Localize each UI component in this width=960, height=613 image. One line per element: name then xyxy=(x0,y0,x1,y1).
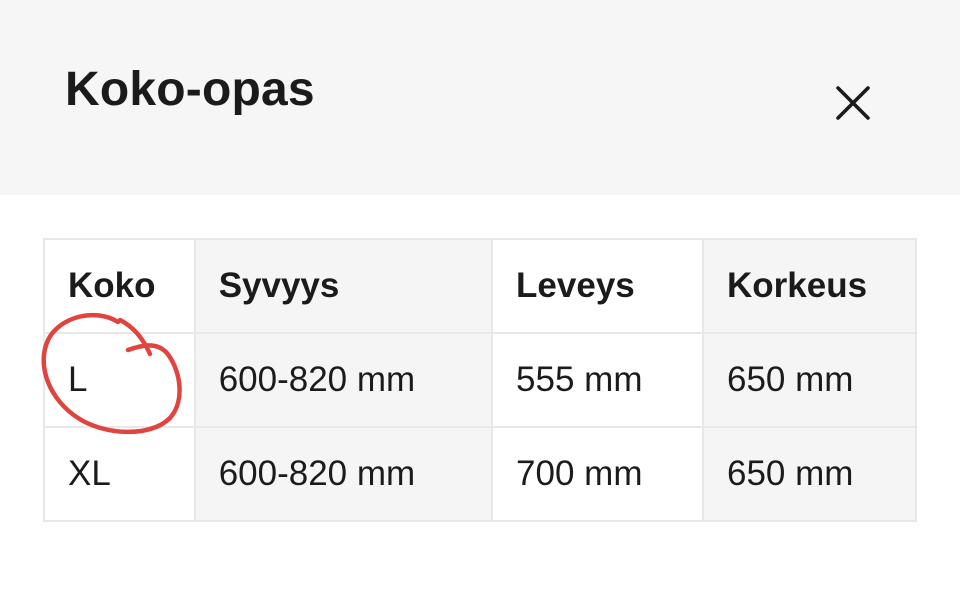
table-cell-height: 650 mm xyxy=(702,332,917,428)
table-cell-depth: 600-820 mm xyxy=(193,332,494,428)
column-header-height: Korkeus xyxy=(702,238,917,334)
table-cell-width: 700 mm xyxy=(491,426,704,522)
dialog-header: Koko-opas xyxy=(0,0,960,195)
dialog-title: Koko-opas xyxy=(65,63,315,116)
table-cell-size: L xyxy=(43,332,196,428)
column-header-width: Leveys xyxy=(491,238,704,334)
column-header-size: Koko xyxy=(43,238,196,334)
close-button[interactable] xyxy=(824,74,882,132)
size-table: Koko Syvyys Leveys Korkeus L 600-820 mm … xyxy=(43,238,917,522)
table-cell-depth: 600-820 mm xyxy=(193,426,494,522)
table-cell-height: 650 mm xyxy=(702,426,917,522)
table-cell-width: 555 mm xyxy=(491,332,704,428)
column-header-depth: Syvyys xyxy=(193,238,494,334)
table-row: L 600-820 mm 555 mm 650 mm xyxy=(43,332,917,428)
size-guide-dialog: Koko-opas Koko Syvyys Leveys Korkeus L 6… xyxy=(0,0,960,613)
table-row: XL 600-820 mm 700 mm 650 mm xyxy=(43,426,917,522)
table-cell-size: XL xyxy=(43,426,196,522)
table-header-row: Koko Syvyys Leveys Korkeus xyxy=(43,238,917,334)
close-icon xyxy=(836,86,870,120)
